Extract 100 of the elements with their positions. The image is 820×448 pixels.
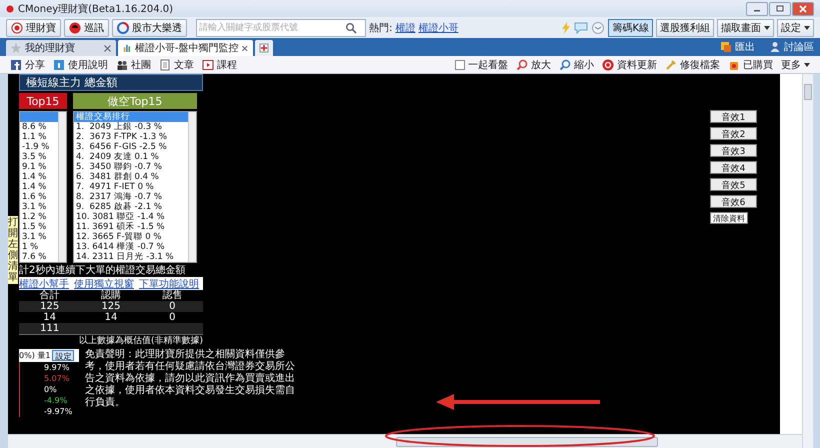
hot-link[interactable]: 權證	[395, 20, 416, 34]
question-square-icon	[53, 58, 65, 70]
document-icon	[159, 58, 171, 70]
table-cell-text: 14	[42, 312, 58, 323]
add-tab-button[interactable]	[255, 40, 273, 56]
sound-button[interactable]: 音效1	[710, 110, 757, 123]
sound-button[interactable]: 音效5	[710, 178, 757, 191]
close-icon[interactable]	[104, 44, 111, 52]
tab[interactable]: 權證小哥-盤中獨門監控	[118, 40, 253, 56]
sound-button[interactable]: 音效3	[710, 144, 757, 157]
toolbar-button[interactable]: 籌碼K線	[608, 18, 653, 36]
toolbar-link[interactable]: 課程	[202, 58, 237, 72]
chart-header: 0%) 量1	[19, 350, 50, 361]
list-item[interactable]: 8. 2317 鴻海 -0.7 %	[74, 192, 188, 202]
list-item[interactable]: 5. 3450 聯鈞 -0.7 %	[74, 162, 188, 172]
watch-together-checkbox[interactable]: 一起看盤	[455, 58, 508, 72]
column-header: 合計	[38, 290, 61, 301]
app-button[interactable]: 理財寶	[6, 18, 61, 36]
list-item[interactable]: 14. 2311 日月光 -3.1 %	[74, 252, 188, 262]
list-item[interactable]: 1.1 %	[20, 132, 58, 142]
sound-button[interactable]: 音效2	[710, 127, 757, 140]
toolbar-link[interactable]: 文章	[159, 58, 194, 72]
side-tag[interactable]: 打開左側清單	[8, 216, 18, 284]
list-item[interactable]: 1.2 %	[20, 212, 58, 222]
list-item[interactable]: 13. 6414 樺漢 -0.7 %	[74, 242, 188, 252]
more-menu[interactable]: 更多	[781, 58, 810, 72]
toolbar-link[interactable]: 已購買	[728, 58, 773, 72]
scale-label: 0%	[44, 384, 58, 395]
tab-action-link[interactable]: 討論區	[769, 40, 814, 54]
list-item[interactable]: 1. 2049 上銀 -0.3 %	[74, 122, 188, 132]
list-item[interactable]: 7. 4971 F-IET 0 %	[74, 182, 188, 192]
close-icon	[799, 4, 807, 12]
minimize-button[interactable]	[746, 2, 768, 16]
list-item[interactable]: 3.1 %	[20, 202, 58, 212]
toolbar-link[interactable]: 縮小	[559, 58, 594, 72]
list-item[interactable]: 1.5 %	[20, 222, 58, 232]
toolbar-link[interactable]: 分享	[10, 58, 45, 72]
list-item[interactable]: 1.6 %	[20, 192, 58, 202]
list-item[interactable]: 9. 6285 啟碁 -2.1 %	[74, 202, 188, 212]
list-item[interactable]: 3. 6456 F-GIS -2.5 %	[74, 142, 188, 152]
app-button[interactable]: 股市大樂透	[112, 18, 187, 36]
caption-text: 計2秒內連續下大單的權證交易總金額	[19, 265, 186, 277]
magnifier-icon	[559, 58, 571, 70]
toolbar-link[interactable]: 資料更新	[602, 58, 657, 72]
close-button[interactable]	[792, 2, 814, 16]
toolbar-link[interactable]: 社團	[116, 58, 151, 72]
sound-button[interactable]: 音效4	[710, 161, 757, 174]
list-item[interactable]: 3.1 %	[20, 232, 58, 242]
list-item[interactable]: 4. 2409 友達 0.1 %	[74, 152, 188, 162]
vertical-scrollbar[interactable]	[802, 74, 813, 448]
list-item[interactable]: 10. 3081 聯亞 -1.4 %	[74, 212, 188, 222]
toolbar-button[interactable]: 擷取畫面	[717, 18, 774, 36]
scale-label: -4.9%	[44, 395, 68, 406]
scale-label: -9.97%	[44, 406, 74, 417]
list-item[interactable]: 3.5 %	[20, 152, 58, 162]
list-item[interactable]: 1.4 %	[20, 172, 58, 182]
list-item[interactable]: 1.4 %	[20, 182, 58, 192]
table-cell-text: 0	[168, 312, 176, 323]
search-field[interactable]: 請輸入關鍵字或股票代號	[196, 18, 366, 36]
toolbar-link[interactable]: 修復檔案	[665, 58, 720, 72]
panel-link[interactable]: 權證小幫手	[19, 276, 69, 290]
toolbar-link[interactable]: 使用說明	[53, 58, 108, 72]
list-item[interactable]: 7.6 %	[20, 252, 58, 262]
lightning-icon	[561, 22, 572, 34]
list-item[interactable]: 2. 3673 F-TPK -1.3 %	[74, 132, 188, 142]
hot-link[interactable]: 權證小哥	[418, 20, 458, 34]
app-button[interactable]: 巡訊	[64, 18, 109, 36]
horizontal-scrollbar[interactable]	[8, 434, 802, 448]
play-screen-icon	[202, 58, 214, 70]
list-item[interactable]: 12. 3665 F-貿聯 0 %	[74, 232, 188, 242]
list-scrollbar[interactable]	[188, 112, 196, 262]
chart-settings-button[interactable]: 設定	[52, 350, 74, 361]
disclaimer-text: 免責聲明：此理財寶所提供之相關資料僅供參考，使用者若有任何疑慮請依台灣證券交易所公告之資料為依據，請勿以此資訊作為買賣或進出之依據，使用者依本資料交易發生交易損失需自行負責。	[85, 349, 296, 410]
clear-data-button[interactable]: 清除資料	[710, 212, 748, 224]
toolbar-button[interactable]: 設定	[777, 18, 814, 36]
f-square-icon	[10, 58, 22, 70]
list-item[interactable]: -1.9 %	[20, 142, 58, 152]
bar-chart-icon	[123, 43, 131, 53]
toolbar-link[interactable]: 放大	[516, 58, 551, 72]
panel-link[interactable]: 使用獨立視窗	[74, 276, 134, 290]
panel-link[interactable]: 下單功能說明	[139, 276, 199, 290]
chat-bubble-icon[interactable]	[574, 22, 588, 34]
toolbar-button[interactable]: 選股獲利組	[656, 18, 714, 36]
people-icon	[116, 58, 128, 70]
table-cell-text: 111	[39, 323, 60, 334]
tab-action-link[interactable]: 匯出	[720, 40, 755, 54]
list-item[interactable]: 11. 3691 碩禾 -1.5 %	[74, 222, 188, 232]
close-icon[interactable]	[242, 44, 248, 52]
wrench-icon	[665, 58, 677, 70]
search-icon[interactable]	[345, 22, 357, 34]
maximize-button[interactable]	[769, 2, 791, 16]
list-item[interactable]: 8.6 %	[20, 122, 58, 132]
list-item[interactable]: 9.1 %	[20, 162, 58, 172]
scale-label: 9.97%	[44, 362, 70, 373]
list-item[interactable]: 1 %	[20, 242, 58, 252]
sound-button[interactable]: 音效6	[710, 195, 757, 208]
list-item[interactable]: 6. 3481 群創 0.4 %	[74, 172, 188, 182]
list-scrollbar[interactable]	[58, 112, 66, 262]
maximize-icon	[776, 5, 784, 12]
tab[interactable]: 我的理財寶	[6, 40, 116, 56]
